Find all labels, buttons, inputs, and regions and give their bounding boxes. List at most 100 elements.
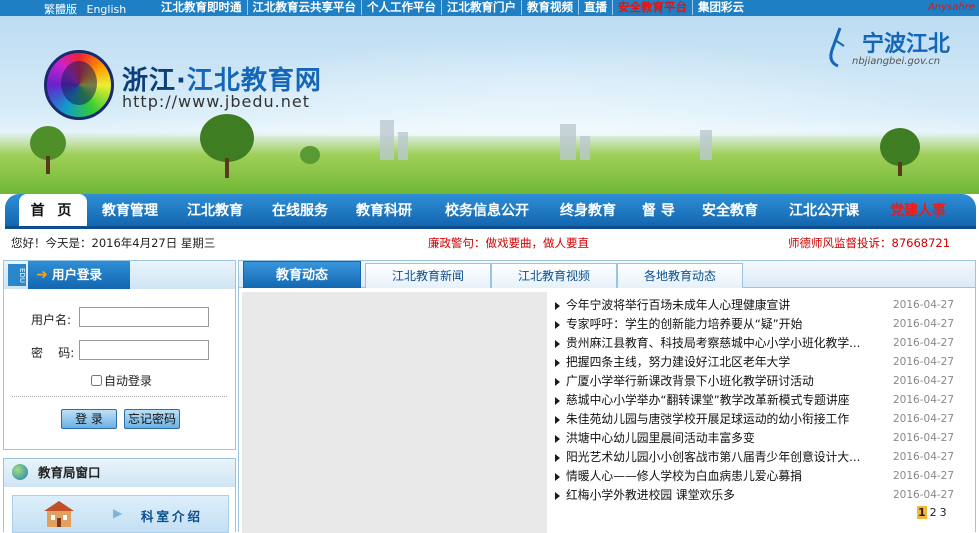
- bullet-triangle-icon: [555, 359, 560, 367]
- news-title[interactable]: 专家呼吁：学生的创新能力培养要从“疑”开始: [566, 315, 876, 334]
- tree: [880, 128, 920, 166]
- bureau-title: 教育局窗口: [38, 465, 101, 480]
- news-title[interactable]: 慈城中心小学举办“翻转课堂”教学改革新模式专题讲座: [566, 391, 876, 410]
- username-input[interactable]: [79, 307, 209, 327]
- building: [398, 132, 408, 160]
- top-link-personal[interactable]: 个人工作平台: [362, 0, 442, 15]
- bullet-triangle-icon: [555, 416, 560, 424]
- news-item[interactable]: 朱佳苑幼儿园与唐弢学校开展足球运动的幼小衔接工作 2016-04-27: [555, 410, 973, 429]
- news-title[interactable]: 洪塘中心幼儿园里晨间活动丰富多变: [566, 429, 876, 448]
- nav-jiangbei-edu[interactable]: 江北教育: [187, 194, 243, 226]
- news-title[interactable]: 广厦小学举行新课改背景下小班化教学研讨活动: [566, 372, 876, 391]
- news-date: 2016-04-27: [893, 337, 955, 349]
- building: [700, 130, 712, 160]
- top-link-safety[interactable]: 安全教育平台: [613, 0, 693, 15]
- page-link[interactable]: 2: [930, 506, 937, 519]
- news-item[interactable]: 专家呼吁：学生的创新能力培养要从“疑”开始 2016-04-27: [555, 315, 973, 334]
- top-link-im[interactable]: 江北教育即时通: [156, 0, 248, 15]
- gov-url: nbjiangbei.gov.cn: [852, 56, 941, 67]
- news-item[interactable]: 贵州麻江县教育、科技局考察慈城中心小学小班化教学... 2016-04-27: [555, 334, 973, 353]
- news-panel: 教育动态 江北教育新闻 江北教育视频 各地教育动态 今年宁波将举行百场未成年人心…: [238, 260, 976, 533]
- nav-safety-edu[interactable]: 安全教育: [702, 194, 758, 226]
- top-link-caiyun[interactable]: 集团彩云: [693, 0, 749, 15]
- news-item[interactable]: 洪塘中心幼儿园里晨间活动丰富多变 2016-04-27: [555, 429, 973, 448]
- nav-supervision[interactable]: 督 导: [642, 194, 675, 226]
- news-title[interactable]: 红梅小学外教进校园 课堂欢乐多: [566, 486, 876, 505]
- department-intro-link[interactable]: ▶ 科室介绍: [12, 495, 229, 533]
- tab-edu-dynamics[interactable]: 教育动态: [243, 261, 361, 288]
- auto-login-checkbox[interactable]: [91, 375, 102, 386]
- top-links: 江北教育即时通 江北教育云共享平台 个人工作平台 江北教育门户 教育视频 直播 安全教育平台…: [156, 0, 749, 15]
- globe-icon: [12, 464, 28, 480]
- news-item[interactable]: 今年宁波将举行百场未成年人心理健康宣讲 2016-04-27: [555, 296, 973, 315]
- arrow-icon: ➜: [36, 267, 48, 283]
- page-link-current[interactable]: 1: [917, 506, 927, 519]
- tab-jiangbei-video[interactable]: 江北教育视频: [491, 263, 617, 288]
- news-title[interactable]: 情暖人心——修人学校为白血病患儿爱心募捐: [566, 467, 876, 486]
- news-item[interactable]: 慈城中心小学举办“翻转课堂”教学改革新模式专题讲座 2016-04-27: [555, 391, 973, 410]
- news-date: 2016-04-27: [893, 394, 955, 406]
- news-date: 2016-04-27: [893, 318, 955, 330]
- bullet-triangle-icon: [555, 340, 560, 348]
- nav-home[interactable]: 首 页: [19, 194, 87, 226]
- auto-login-label: 自动登录: [104, 374, 153, 388]
- news-tabs: 教育动态 江北教育新闻 江北教育视频 各地教育动态: [239, 261, 975, 288]
- gov-title[interactable]: 宁波江北: [862, 26, 950, 58]
- top-link-live[interactable]: 直播: [579, 0, 613, 15]
- news-title[interactable]: 阳光艺术幼儿园小小创客战市第八届青少年创意设计大...: [566, 448, 876, 467]
- news-title[interactable]: 今年宁波将举行百场未成年人心理健康宣讲: [566, 296, 876, 315]
- news-item[interactable]: 红梅小学外教进校园 课堂欢乐多 2016-04-27: [555, 486, 973, 505]
- news-image-placeholder[interactable]: [242, 292, 547, 533]
- banner: 浙江·江北教育网 http://www.jbedu.net 宁波江北 nbjia…: [0, 16, 979, 194]
- top-link-cloud[interactable]: 江北教育云共享平台: [248, 0, 362, 15]
- news-pager: 123: [917, 506, 950, 519]
- password-label: 密 码:: [31, 346, 75, 360]
- login-header: EDU ➜ 用户登录: [4, 261, 235, 289]
- tree: [200, 114, 254, 162]
- bureau-header: 教育局窗口: [4, 459, 235, 487]
- english-link[interactable]: English: [87, 3, 127, 16]
- bureau-window-panel: 教育局窗口 ▶ 科室介绍: [3, 458, 236, 533]
- tree-trunk: [898, 162, 902, 176]
- nav-school-affairs[interactable]: 校务信息公开: [445, 194, 529, 226]
- tab-regional-dynamics[interactable]: 各地教育动态: [617, 263, 743, 288]
- news-date: 2016-04-27: [893, 451, 955, 463]
- news-date: 2016-04-27: [893, 375, 955, 387]
- date-greeting: 您好！今天是：2016年4月27日 星期三: [11, 236, 216, 250]
- nav-party-personnel[interactable]: 党建人事: [890, 194, 946, 226]
- top-link-portal[interactable]: 江北教育门户: [442, 0, 522, 15]
- forgot-password-button[interactable]: 忘记密码: [124, 409, 180, 429]
- site-logo-icon[interactable]: [44, 50, 114, 120]
- top-link-video[interactable]: 教育视频: [522, 0, 579, 15]
- news-title[interactable]: 贵州麻江县教育、科技局考察慈城中心小学小班化教学...: [566, 334, 876, 353]
- news-item[interactable]: 把握四条主线，努力建设好江北区老年大学 2016-04-27: [555, 353, 973, 372]
- news-date: 2016-04-27: [893, 470, 955, 482]
- language-switch: 繁體版 English: [44, 1, 132, 17]
- building: [380, 120, 394, 160]
- auto-login-option[interactable]: 自动登录: [91, 372, 152, 389]
- nav-open-class[interactable]: 江北公开课: [789, 194, 859, 226]
- bullet-triangle-icon: [555, 378, 560, 386]
- nav-lifelong-edu[interactable]: 终身教育: [560, 194, 616, 226]
- tree: [30, 126, 66, 160]
- news-item[interactable]: 阳光艺术幼儿园小小创客战市第八届青少年创意设计大... 2016-04-27: [555, 448, 973, 467]
- login-panel: EDU ➜ 用户登录 用户名: 密 码: 自动登录 登 录 忘记密码: [3, 260, 236, 450]
- nav-online-service[interactable]: 在线服务: [272, 194, 328, 226]
- nav-edu-research[interactable]: 教育科研: [356, 194, 412, 226]
- main-nav: 首 页 教育管理 江北教育 在线服务 教育科研 校务信息公开 终身教育 督 导 …: [5, 194, 976, 229]
- tab-jiangbei-news[interactable]: 江北教育新闻: [365, 263, 491, 288]
- nav-edu-management[interactable]: 教育管理: [102, 194, 158, 226]
- login-button[interactable]: 登 录: [61, 409, 117, 429]
- news-date: 2016-04-27: [893, 432, 955, 444]
- news-title[interactable]: 把握四条主线，努力建设好江北区老年大学: [566, 353, 876, 372]
- traditional-chinese-link[interactable]: 繁體版: [44, 3, 77, 16]
- news-item[interactable]: 情暖人心——修人学校为白血病患儿爱心募捐 2016-04-27: [555, 467, 973, 486]
- page-link[interactable]: 3: [940, 506, 947, 519]
- building: [560, 124, 576, 160]
- news-title[interactable]: 朱佳苑幼儿园与唐弢学校开展足球运动的幼小衔接工作: [566, 410, 876, 429]
- user-name[interactable]: Anysahre: [928, 2, 975, 13]
- jiangbei-logo-icon: [829, 27, 845, 68]
- bullet-triangle-icon: [555, 454, 560, 462]
- password-input[interactable]: [79, 340, 209, 360]
- news-item[interactable]: 广厦小学举行新课改背景下小班化教学研讨活动 2016-04-27: [555, 372, 973, 391]
